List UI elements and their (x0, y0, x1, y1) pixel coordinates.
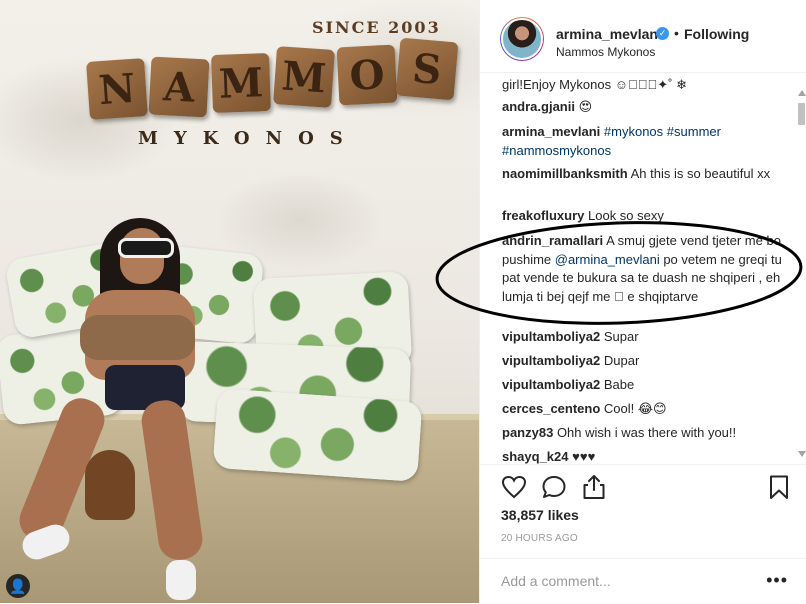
more-options-icon[interactable]: ••• (766, 570, 788, 591)
comment-text: Cool! 😂😊 (603, 401, 667, 416)
list-item: armina_mevlani #mykonos #summer #nammosm… (502, 123, 784, 160)
list-item: naomimillbanksmith Ah this is so beautif… (502, 165, 784, 184)
sunglasses (118, 238, 174, 258)
comment-text: girl!Enjoy Mykonos ☺✧⃝⃝✦˚ ❄ (502, 77, 687, 92)
list-item: vipultamboliya2 Dupar (502, 352, 784, 371)
list-item: freakofluxury Look so sexy (502, 207, 784, 226)
comment-username[interactable]: cerces_centeno (502, 401, 600, 416)
header-separator: • (674, 25, 679, 41)
comment-text: Supar (603, 329, 639, 344)
list-item: girl!Enjoy Mykonos ☺✧⃝⃝✦˚ ❄ (502, 76, 784, 95)
list-item: cerces_centeno Cool! 😂😊 (502, 400, 784, 419)
verified-badge-icon: ✓ (656, 27, 669, 40)
scrollbar-thumb[interactable] (798, 103, 805, 125)
comment-text: 😍 (578, 99, 593, 114)
comment-username[interactable]: freakofluxury (502, 208, 584, 223)
comment-username[interactable]: armina_mevlani (502, 124, 600, 139)
sign-tile: N (86, 58, 148, 120)
mention-link[interactable]: @armina_mevlani (555, 252, 660, 267)
comment-text: Dupar (603, 353, 640, 368)
heart-icon[interactable] (501, 474, 527, 500)
list-item: vipultamboliya2 Supar (502, 328, 784, 347)
sign-tile: M (273, 46, 335, 108)
comment-text: Ah this is so beautiful xx (630, 166, 771, 181)
sign-since-text: SINCE 2003 (312, 18, 441, 37)
user-tag-glyph: 👤 (9, 578, 27, 594)
user-tag-icon[interactable]: 👤 (6, 574, 30, 598)
sandal (166, 560, 196, 600)
comment-username[interactable]: naomimillbanksmith (502, 166, 628, 181)
comment-text: Ohh wish i was there with you!! (556, 425, 737, 440)
story-ring[interactable] (500, 17, 544, 61)
hashtag-link[interactable]: #nammosmykonos (502, 143, 611, 158)
bookmark-icon[interactable] (766, 474, 792, 500)
list-item: andra.gjanii 😍 (502, 98, 784, 117)
scroll-down-arrow-icon[interactable] (798, 451, 806, 457)
hashtag-link[interactable]: #mykonos (604, 124, 663, 139)
person-top (80, 315, 195, 360)
comment-username[interactable]: andra.gjanii (502, 99, 575, 114)
comment-username[interactable]: panzy83 (502, 425, 553, 440)
following-button[interactable]: Following (684, 26, 749, 42)
comment-input[interactable]: Add a comment... (501, 573, 611, 589)
scroll-up-arrow-icon[interactable] (798, 90, 806, 96)
comment-text: Babe (603, 377, 635, 392)
handbag (85, 450, 135, 520)
comment-username[interactable]: vipultamboliya2 (502, 353, 600, 368)
hashtag-link[interactable]: #summer (667, 124, 721, 139)
comment-text: ♥♥♥ (572, 449, 596, 464)
username-link[interactable]: armina_mevlani (556, 26, 662, 42)
comment-username[interactable]: andrin_ramallari (502, 233, 603, 248)
sign-tile: M (211, 53, 271, 113)
list-item: vipultamboliya2 Babe (502, 376, 784, 395)
comment-text: Look so sexy (588, 208, 664, 223)
comment-username[interactable]: vipultamboliya2 (502, 377, 600, 392)
comment-icon[interactable] (541, 474, 567, 500)
add-comment-bar: Add a comment... ••• (479, 558, 806, 604)
post-header: armina_mevlani ✓ • Following Nammos Myko… (480, 0, 806, 73)
cushion (212, 387, 423, 483)
comments-list[interactable]: girl!Enjoy Mykonos ☺✧⃝⃝✦˚ ❄ andra.gjanii… (480, 72, 806, 464)
sign-tile: S (395, 37, 459, 101)
list-item: andrin_ramallari A smuj gjete vend tjete… (502, 232, 784, 306)
list-item: panzy83 Ohh wish i was there with you!! (502, 424, 784, 443)
post-timestamp[interactable]: 20 HOURS AGO (501, 533, 578, 544)
likes-count[interactable]: 38,857 likes (501, 507, 579, 523)
comment-username[interactable]: vipultamboliya2 (502, 329, 600, 344)
list-item: shayq_k24 ♥♥♥ (502, 448, 784, 464)
location-link[interactable]: Nammos Mykonos (556, 45, 655, 59)
share-icon[interactable] (581, 474, 607, 500)
post-photo[interactable]: SINCE 2003 N A M M O S MYKONOS 👤 (0, 0, 479, 603)
avatar[interactable] (501, 18, 543, 60)
sign-tile: O (336, 44, 398, 106)
sign-tile: A (148, 56, 210, 118)
comment-username[interactable]: shayq_k24 (502, 449, 569, 464)
sign-subtitle-text: MYKONOS (138, 128, 359, 149)
